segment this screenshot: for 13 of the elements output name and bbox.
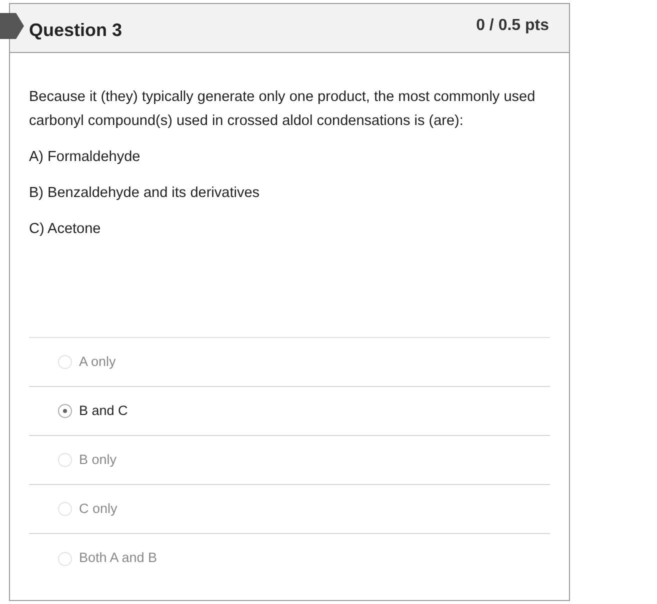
answer-option-label: C only — [79, 500, 118, 518]
answer-statement: C) Acetone — [29, 220, 102, 239]
answer-statement: B) Benzaldehyde and its derivatives — [29, 184, 261, 203]
question-score: 0 / 0.5 pts — [476, 16, 549, 36]
question-marker-icon — [0, 13, 24, 39]
answer-option-label: Both A and B — [79, 549, 158, 568]
question-prompt: Because it (they) typically generate only one product, the most commonly used carbonyl compound(s) used in crossed aldol condensations is (are): — [29, 88, 536, 131]
answer-option-label: B only — [79, 450, 117, 469]
answer-statement: A) Formaldehyde — [29, 148, 142, 167]
radio-button[interactable] — [58, 404, 72, 418]
answer-option-label: B and C — [79, 402, 128, 420]
answer-option-label: A only — [79, 352, 116, 371]
question-title: Question 3 — [29, 18, 122, 42]
